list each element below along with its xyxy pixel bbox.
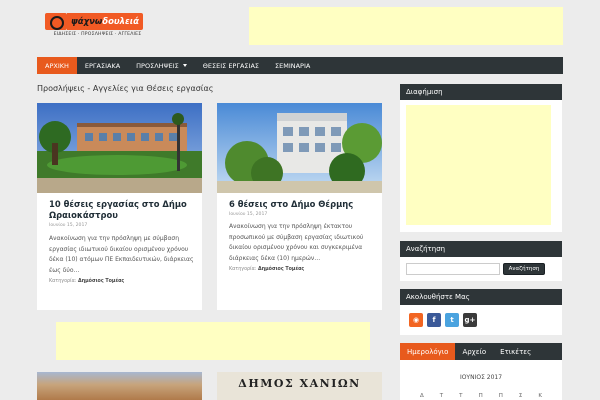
page-title: Προσλήψεις - Αγγελίες για Θέσεις εργασία… bbox=[37, 84, 214, 93]
logo-text-part2: δουλειά bbox=[102, 16, 139, 27]
post-category-label: Κατηγορία: bbox=[229, 267, 257, 272]
logo-wordmark: ψάχνω δουλειά bbox=[45, 13, 143, 30]
site-header: ψάχνω δουλειά ΕΙΔΗΣΕΙΣ · ΠΡΟΣΛΗΨΕΙΣ · ΑΓ… bbox=[0, 0, 600, 56]
sidebar-ad-banner[interactable] bbox=[406, 105, 551, 225]
sidebar-search-widget: Αναζήτηση bbox=[400, 257, 562, 281]
nav-item-hirings[interactable]: ΠΡΟΣΛΗΨΕΙΣ bbox=[128, 57, 195, 74]
post-image-town-hall[interactable] bbox=[217, 103, 382, 193]
post-title[interactable]: 6 θέσεις στο Δήμο Θέρμης bbox=[229, 199, 377, 210]
post-card: 10 θέσεις εργασίας στο Δήμο Ωραιοκάστρου… bbox=[37, 103, 202, 310]
calendar-weekday: Δ bbox=[420, 393, 424, 399]
nav-item-job-positions[interactable]: ΘΕΣΕΙΣ ΕΡΓΑΣΙΑΣ bbox=[195, 57, 267, 74]
calendar-month: ΙΟΥΝΙΟΣ 2017 bbox=[459, 374, 503, 381]
sidebar-tabs: Ημερολόγιο Αρχείο Ετικέτες bbox=[400, 343, 562, 360]
logo-mark-icon bbox=[45, 13, 67, 30]
post-category: Κατηγορία: Δημόσιος Τομέας bbox=[49, 279, 124, 284]
calendar-weekday: Σ bbox=[518, 393, 523, 399]
tab-calendar[interactable]: Ημερολόγιο bbox=[400, 343, 456, 360]
calendar-weekday: Π bbox=[478, 393, 483, 399]
post-image-chania-thumb[interactable]: ΔΗΜΟΣ ΧΑΝΙΩΝ bbox=[217, 372, 382, 400]
post-excerpt: Ανακοίνωση για την πρόσληψη έκτακτου προ… bbox=[229, 223, 364, 262]
calendar-weekday: Π bbox=[498, 393, 503, 399]
nav-item-work-news[interactable]: ΕΡΓΑΣΙΑΚΑ bbox=[77, 57, 128, 74]
logo-text-part1: ψάχνω bbox=[71, 16, 103, 27]
rss-icon[interactable]: ◉ bbox=[409, 313, 423, 327]
tab-tags[interactable]: Ετικέτες bbox=[493, 343, 538, 360]
post-category: Κατηγορία: Δημόσιος Τομέας bbox=[229, 267, 304, 272]
post-category-link[interactable]: Δημόσιος Τομέας bbox=[258, 267, 304, 272]
post-date: Ιουνίου 15, 2017 bbox=[229, 212, 268, 217]
calendar-weekday: Τ bbox=[459, 393, 463, 399]
sidebar-ad-heading: Διαφήμιση bbox=[400, 84, 562, 100]
nav-item-home[interactable]: ΑΡΧΙΚΗ bbox=[37, 57, 77, 74]
logo-text: ψάχνω δουλειά bbox=[67, 13, 143, 30]
twitter-icon[interactable]: t bbox=[445, 313, 459, 327]
nav-item-seminars[interactable]: ΣΕΜΙΝΑΡΙΑ bbox=[267, 57, 318, 74]
google-plus-icon[interactable]: g+ bbox=[463, 313, 477, 327]
sidebar-search-heading: Αναζήτηση bbox=[400, 241, 562, 257]
calendar-weekday: Τ bbox=[439, 393, 444, 399]
search-button[interactable]: Αναζήτηση bbox=[503, 263, 545, 275]
logo-tagline: ΕΙΔΗΣΕΙΣ · ΠΡΟΣΛΗΨΕΙΣ · ΑΓΓΕΛΙΕΣ bbox=[53, 32, 142, 37]
calendar-weekdays: Δ Τ Τ Π Π Σ Κ bbox=[420, 393, 542, 399]
sidebar-follow-heading: Ακολουθήστε Μας bbox=[400, 289, 562, 305]
main-nav: ΑΡΧΙΚΗ ΕΡΓΑΣΙΑΚΑ ΠΡΟΣΛΗΨΕΙΣ ΘΕΣΕΙΣ ΕΡΓΑΣ… bbox=[37, 57, 563, 74]
content-ad-banner[interactable] bbox=[56, 322, 370, 360]
post-image-building-thumb[interactable] bbox=[37, 372, 202, 400]
facebook-icon[interactable]: f bbox=[427, 313, 441, 327]
nav-item-hirings-label: ΠΡΟΣΛΗΨΕΙΣ bbox=[136, 61, 179, 70]
chevron-down-icon bbox=[182, 64, 187, 67]
header-ad-banner[interactable] bbox=[249, 7, 563, 45]
thumb-sign-text: ΔΗΜΟΣ ΧΑΝΙΩΝ bbox=[238, 377, 361, 390]
site-logo[interactable]: ψάχνω δουλειά ΕΙΔΗΣΕΙΣ · ΠΡΟΣΛΗΨΕΙΣ · ΑΓ… bbox=[45, 13, 150, 40]
post-date: Ιουνίου 15, 2017 bbox=[49, 223, 88, 228]
post-image-school-building[interactable] bbox=[37, 103, 202, 193]
post-category-link[interactable]: Δημόσιος Τομέας bbox=[78, 279, 124, 284]
tab-archive[interactable]: Αρχείο bbox=[455, 343, 493, 360]
sidebar-follow-widget: ◉ f t g+ bbox=[400, 305, 562, 335]
post-category-label: Κατηγορία: bbox=[49, 279, 77, 284]
search-input[interactable] bbox=[406, 263, 500, 275]
calendar-widget: ΙΟΥΝΙΟΣ 2017 Δ Τ Τ Π Π Σ Κ bbox=[400, 360, 562, 400]
sidebar-ad-widget bbox=[400, 100, 562, 232]
calendar-weekday: Κ bbox=[538, 393, 542, 399]
post-excerpt: Ανακοίνωση για την πρόσληψη με σύμβαση ε… bbox=[49, 235, 194, 274]
post-title[interactable]: 10 θέσεις εργασίας στο Δήμο Ωραιοκάστρου bbox=[49, 199, 197, 221]
post-card: 6 θέσεις στο Δήμο Θέρμης Ιουνίου 15, 201… bbox=[217, 103, 382, 310]
